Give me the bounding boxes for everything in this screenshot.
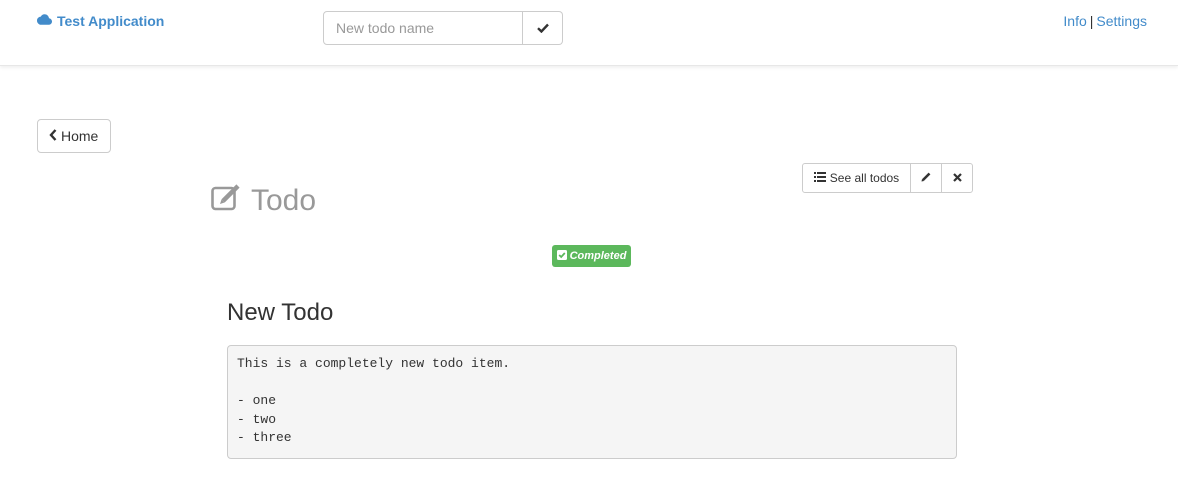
- new-todo-input[interactable]: [323, 11, 523, 45]
- delete-todo-button[interactable]: [941, 163, 973, 193]
- see-all-todos-label: See all todos: [829, 171, 900, 185]
- see-all-todos-button[interactable]: See all todos: [802, 163, 911, 193]
- todo-description: This is a completely new todo item. - on…: [227, 345, 957, 459]
- edit-icon: [211, 183, 243, 219]
- settings-link[interactable]: Settings: [1096, 13, 1147, 29]
- info-link[interactable]: Info: [1063, 13, 1086, 29]
- page-title-text: Todo: [251, 184, 317, 217]
- check-square-icon: [556, 249, 567, 263]
- todo-name: New Todo: [227, 299, 334, 326]
- link-separator: |: [1089, 13, 1094, 29]
- pencil-icon: [921, 171, 932, 185]
- home-button[interactable]: Home: [37, 119, 112, 153]
- submit-new-todo-button[interactable]: [523, 11, 563, 45]
- status-badge: Completed: [552, 245, 631, 267]
- page-title: Todo: [211, 183, 316, 219]
- status-badge-label: Completed: [569, 250, 627, 262]
- brand-link[interactable]: Test Application: [37, 13, 164, 29]
- new-todo-form: [323, 11, 563, 45]
- home-button-label: Home: [61, 128, 99, 144]
- edit-todo-button[interactable]: [910, 163, 942, 193]
- top-right-links: Info | Settings: [1063, 13, 1147, 29]
- todo-actions-toolbar: See all todos: [802, 163, 973, 193]
- top-navbar: Test Application Info|Settings: [0, 0, 1178, 66]
- brand-label: Test Application: [57, 13, 165, 29]
- list-icon: [813, 171, 826, 185]
- check-icon: [536, 21, 549, 36]
- cloud-icon: [37, 13, 52, 29]
- close-icon: [952, 171, 962, 185]
- chevron-left-icon: [49, 128, 57, 144]
